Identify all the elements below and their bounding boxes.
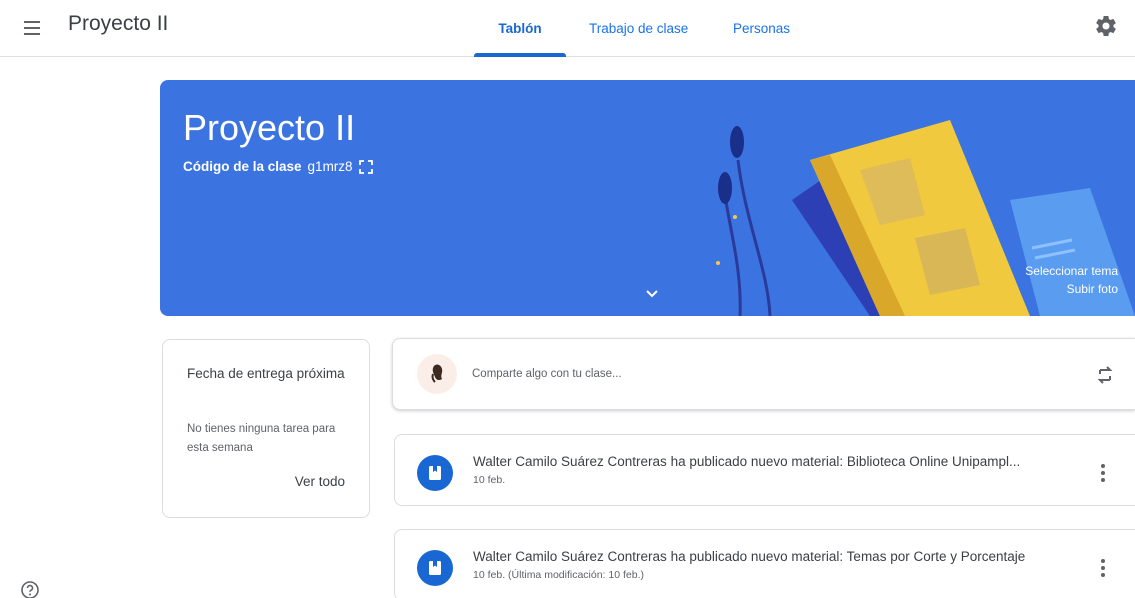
tab-classwork[interactable]: Trabajo de clase	[566, 0, 714, 57]
more-options-icon[interactable]	[1093, 461, 1113, 485]
post-date: 10 feb. (Última modificación: 10 feb.)	[473, 569, 644, 581]
upcoming-empty-text: No tienes ninguna tarea para esta semana	[187, 423, 336, 454]
share-input[interactable]: Comparte algo con tu clase...	[472, 368, 622, 380]
avatar	[417, 354, 457, 394]
tab-people[interactable]: Personas	[714, 0, 834, 57]
class-title[interactable]: Proyecto II	[68, 12, 168, 36]
stream-post[interactable]: Walter Camilo Suárez Contreras ha public…	[394, 434, 1135, 506]
top-app-bar: Proyecto II Tablón Trabajo de clase Pers…	[0, 0, 1135, 57]
class-code-value: g1mrz8	[307, 159, 353, 174]
more-options-icon[interactable]	[1093, 556, 1113, 580]
hamburger-menu-icon[interactable]	[16, 12, 48, 44]
fullscreen-icon[interactable]	[358, 159, 373, 174]
share-box[interactable]: Comparte algo con tu clase...	[392, 338, 1135, 410]
class-banner: Proyecto II Código de la clase g1mrz8 Se…	[160, 80, 1135, 316]
chevron-down-icon[interactable]	[642, 283, 662, 303]
gear-icon[interactable]	[1094, 14, 1118, 38]
class-code: Código de la clase g1mrz8	[183, 159, 373, 174]
post-date: 10 feb.	[473, 474, 506, 486]
banner-title: Proyecto II	[183, 107, 356, 148]
select-theme-link[interactable]: Seleccionar tema	[1025, 264, 1118, 278]
repost-icon[interactable]	[1093, 363, 1117, 387]
upcoming-title: Fecha de entrega próxima	[187, 366, 345, 381]
help-icon[interactable]	[20, 580, 40, 598]
tab-stream[interactable]: Tablón	[474, 0, 566, 57]
stream-post[interactable]: Walter Camilo Suárez Contreras ha public…	[394, 529, 1135, 598]
class-code-label: Código de la clase	[183, 159, 302, 174]
post-title: Walter Camilo Suárez Contreras ha public…	[473, 549, 1026, 564]
material-icon	[417, 455, 453, 491]
user-avatar-icon	[431, 364, 443, 383]
tab-bar: Tablón Trabajo de clase Personas	[474, 0, 834, 57]
upload-photo-link[interactable]: Subir foto	[1067, 282, 1118, 296]
material-icon	[417, 550, 453, 586]
upcoming-card: Fecha de entrega próxima No tienes ningu…	[162, 339, 370, 518]
post-title: Walter Camilo Suárez Contreras ha public…	[473, 454, 1021, 469]
view-all-link[interactable]: Ver todo	[295, 474, 345, 489]
